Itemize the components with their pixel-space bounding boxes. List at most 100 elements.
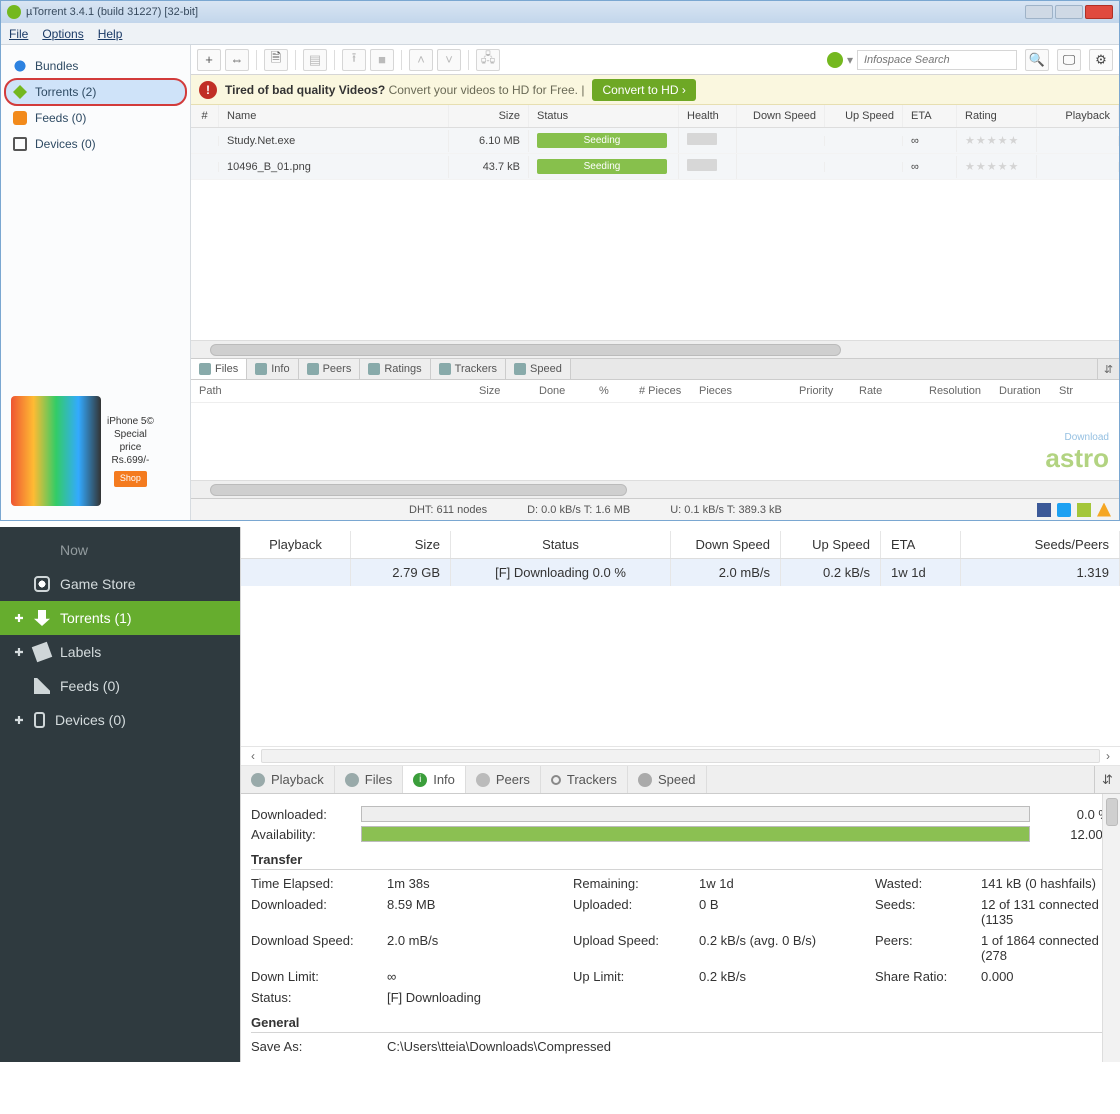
sidebar-item-bundles[interactable]: Bundles bbox=[5, 53, 186, 79]
scrollbar-thumb[interactable] bbox=[1106, 798, 1118, 826]
col-pieces[interactable]: Pieces bbox=[691, 380, 791, 402]
torrent-row[interactable]: Study.Net.exe 6.10 MB Seeding ∞ ★★★★★ bbox=[191, 128, 1119, 154]
col-downspeed[interactable]: Down Speed bbox=[737, 105, 825, 127]
col-rating[interactable]: Rating bbox=[957, 105, 1037, 127]
torrent-row[interactable]: 10496_B_01.png 43.7 kB Seeding ∞ ★★★★★ bbox=[191, 154, 1119, 180]
maximize-button[interactable] bbox=[1055, 5, 1083, 19]
vertical-scrollbar[interactable]: ˄ bbox=[1102, 794, 1120, 1062]
tab-peers[interactable]: Peers bbox=[466, 766, 541, 793]
menu-options[interactable]: Options bbox=[42, 27, 83, 41]
scrollbar-thumb[interactable] bbox=[210, 344, 841, 356]
expand-icon[interactable]: ✚ bbox=[14, 646, 24, 659]
search-input[interactable] bbox=[857, 50, 1017, 70]
tab-info[interactable]: iInfo bbox=[403, 766, 466, 793]
col-playback[interactable]: Playback bbox=[241, 531, 351, 558]
scrollbar-thumb[interactable] bbox=[210, 484, 628, 496]
horizontal-scrollbar[interactable] bbox=[191, 340, 1119, 358]
col-playback[interactable]: Playback bbox=[1037, 105, 1119, 127]
col-status[interactable]: Status bbox=[451, 531, 671, 558]
sidebar-item-now[interactable]: Now bbox=[0, 533, 240, 567]
col-upspeed[interactable]: Up Speed bbox=[825, 105, 903, 127]
window-titlebar[interactable]: µTorrent 3.4.1 (build 31227) [32-bit] bbox=[1, 1, 1119, 23]
col-path[interactable]: Path bbox=[191, 380, 471, 402]
tab-trackers[interactable]: Trackers bbox=[431, 359, 506, 379]
col-str[interactable]: Str bbox=[1051, 380, 1119, 402]
convert-hd-button[interactable]: Convert to HD › bbox=[592, 79, 695, 101]
add-torrent-button[interactable]: + bbox=[197, 49, 221, 71]
sidebar-item-devices[interactable]: ✚ Devices (0) bbox=[0, 703, 240, 737]
tab-info[interactable]: Info bbox=[247, 359, 298, 379]
cell-size: 43.7 kB bbox=[449, 156, 529, 178]
tab-files[interactable]: Files bbox=[335, 766, 403, 793]
playback-button[interactable]: 🖵 bbox=[1057, 49, 1081, 71]
col-pct[interactable]: % bbox=[591, 380, 631, 402]
col-eta[interactable]: ETA bbox=[881, 531, 961, 558]
expand-icon[interactable]: ✚ bbox=[14, 714, 24, 727]
horizontal-scrollbar[interactable]: ‹ › bbox=[241, 746, 1120, 766]
ad-button[interactable]: Shop bbox=[114, 471, 147, 487]
warning-icon[interactable] bbox=[1097, 503, 1111, 517]
col-size[interactable]: Size bbox=[351, 531, 451, 558]
expand-icon[interactable]: ✚ bbox=[14, 612, 24, 625]
settings-button[interactable]: ⚙ bbox=[1089, 49, 1113, 71]
col-seedspeers[interactable]: Seeds/Peers bbox=[961, 531, 1120, 558]
android-icon[interactable] bbox=[1077, 503, 1091, 517]
tab-trackers[interactable]: Trackers bbox=[541, 766, 628, 793]
menu-help[interactable]: Help bbox=[98, 27, 123, 41]
sidebar-item-devices[interactable]: Devices (0) bbox=[5, 131, 186, 157]
col-priority[interactable]: Priority bbox=[791, 380, 851, 402]
col-npieces[interactable]: # Pieces bbox=[631, 380, 691, 402]
twitter-icon[interactable] bbox=[1057, 503, 1071, 517]
minimize-button[interactable] bbox=[1025, 5, 1053, 19]
tab-speed[interactable]: Speed bbox=[628, 766, 707, 793]
menu-file[interactable]: File bbox=[9, 27, 28, 41]
start-button[interactable]: ⭱ bbox=[342, 49, 366, 71]
col-resolution[interactable]: Resolution bbox=[921, 380, 991, 402]
stop-button[interactable]: ■ bbox=[370, 49, 394, 71]
remote-button[interactable]: 🖧 bbox=[476, 49, 500, 71]
sidebar-item-labels[interactable]: ✚ Labels bbox=[0, 635, 240, 669]
tab-label: Trackers bbox=[567, 772, 617, 787]
tab-files[interactable]: Files bbox=[191, 359, 247, 379]
col-upspeed[interactable]: Up Speed bbox=[781, 531, 881, 558]
expand-tabs-button[interactable]: ⇵ bbox=[1094, 766, 1120, 793]
scrollbar-track[interactable] bbox=[261, 749, 1100, 763]
torrent-row[interactable]: 2.79 GB [F] Downloading 0.0 % 2.0 mB/s 0… bbox=[241, 559, 1120, 586]
sidebar-item-torrents[interactable]: Torrents (2) bbox=[5, 79, 186, 105]
tab-playback[interactable]: Playback bbox=[241, 766, 335, 793]
sidebar-item-torrents[interactable]: ✚ Torrents (1) bbox=[0, 601, 240, 635]
tab-ratings[interactable]: Ratings bbox=[360, 359, 430, 379]
col-done[interactable]: Done bbox=[531, 380, 591, 402]
col-num[interactable]: # bbox=[191, 105, 219, 127]
col-downspeed[interactable]: Down Speed bbox=[671, 531, 781, 558]
tab-speed[interactable]: Speed bbox=[506, 359, 571, 379]
remove-button[interactable]: ▤ bbox=[303, 49, 327, 71]
col-status[interactable]: Status bbox=[529, 105, 679, 127]
dropdown-caret-icon[interactable]: ▾ bbox=[847, 53, 853, 67]
sidebar-item-gamestore[interactable]: Game Store bbox=[0, 567, 240, 601]
scroll-left-icon[interactable]: ‹ bbox=[245, 749, 261, 763]
close-button[interactable] bbox=[1085, 5, 1113, 19]
col-eta[interactable]: ETA bbox=[903, 105, 957, 127]
add-url-button[interactable]: ⇔ bbox=[225, 49, 249, 71]
search-provider-icon[interactable] bbox=[827, 52, 843, 68]
create-torrent-button[interactable]: 🗎 bbox=[264, 49, 288, 71]
facebook-icon[interactable] bbox=[1037, 503, 1051, 517]
sidebar-item-feeds[interactable]: Feeds (0) bbox=[5, 105, 186, 131]
move-up-button[interactable]: ˄ bbox=[409, 49, 433, 71]
col-size[interactable]: Size bbox=[471, 380, 531, 402]
col-duration[interactable]: Duration bbox=[991, 380, 1051, 402]
sidebar-ad[interactable]: iPhone 5© Special price Rs.699/- Shop bbox=[5, 390, 186, 512]
v: [F] Downloading bbox=[387, 990, 567, 1005]
col-size[interactable]: Size bbox=[449, 105, 529, 127]
col-rate[interactable]: Rate bbox=[851, 380, 921, 402]
scroll-right-icon[interactable]: › bbox=[1100, 749, 1116, 763]
expand-tabs-button[interactable]: ⇵ bbox=[1097, 359, 1119, 379]
col-name[interactable]: Name bbox=[219, 105, 449, 127]
search-button[interactable]: 🔍 bbox=[1025, 49, 1049, 71]
col-health[interactable]: Health bbox=[679, 105, 737, 127]
move-down-button[interactable]: ˅ bbox=[437, 49, 461, 71]
tab-peers[interactable]: Peers bbox=[299, 359, 361, 379]
sidebar-item-feeds[interactable]: Feeds (0) bbox=[0, 669, 240, 703]
horizontal-scrollbar[interactable] bbox=[191, 480, 1119, 498]
